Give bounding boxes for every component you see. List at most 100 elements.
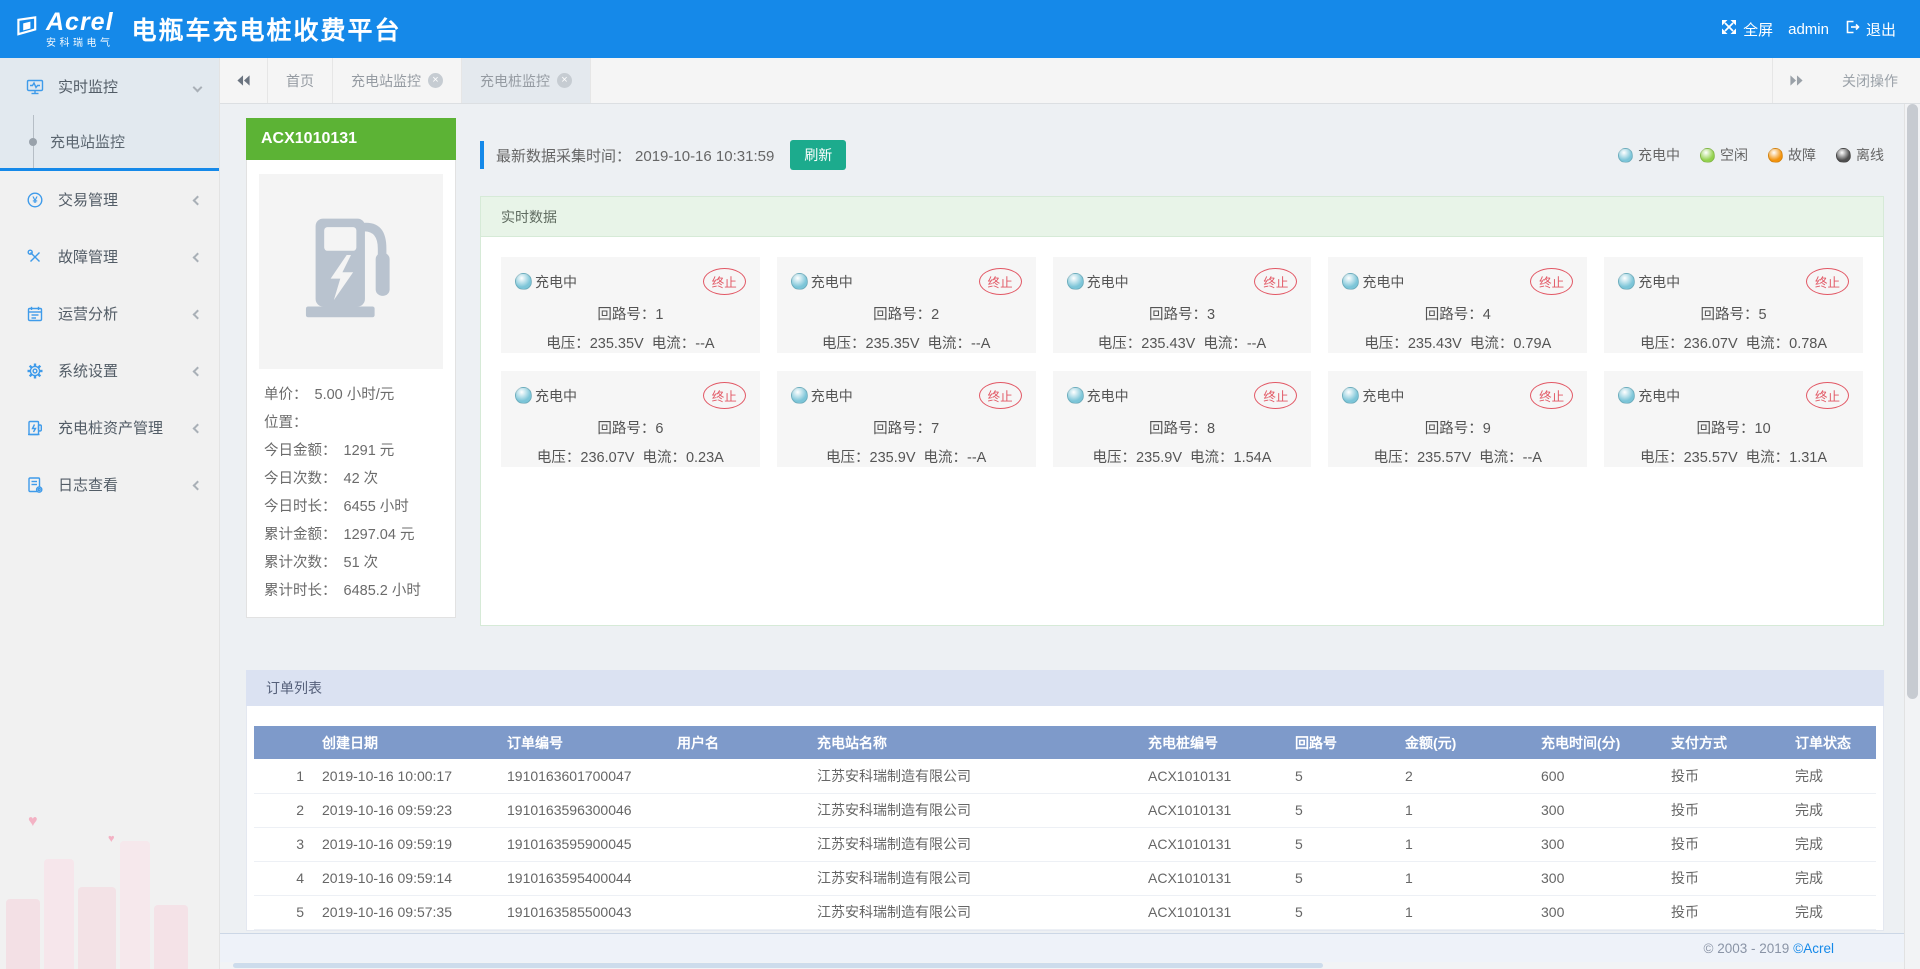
order-row[interactable]: 42019-10-16 09:59:141910163595400044江苏安科… (254, 861, 1876, 895)
asset-icon (26, 419, 44, 437)
stat-value: 6455 小时 (344, 499, 409, 515)
sidebar-item-5[interactable]: 系统设置 (0, 342, 219, 399)
order-cell: 300 (1529, 827, 1659, 861)
order-cell: 1910163595400044 (495, 861, 665, 895)
tab-label: 首页 (286, 71, 314, 91)
order-cell: 2019-10-16 09:57:35 (310, 895, 495, 929)
main-content: ACX1010131 (220, 104, 1904, 969)
station-stats: 单价：5.00 小时/元 位置： 今日金额：1291 元 今日次数：42 次 今… (259, 381, 443, 605)
tab-label: 充电站监控 (351, 71, 421, 91)
horizontal-scrollbar-thumb[interactable] (233, 963, 1323, 968)
voltage-value: 235.9V (1136, 450, 1182, 466)
current-value: --A (967, 450, 986, 466)
circuit-status-label: 充电中 (811, 272, 853, 292)
fullscreen-label: 全屏 (1743, 19, 1773, 40)
orders-panel-title: 订单列表 (246, 670, 1884, 706)
terminate-button[interactable]: 终止 (979, 268, 1022, 295)
monitor-icon (26, 78, 44, 96)
brand-mark-icon (16, 15, 40, 44)
circuit-status-label: 充电中 (1087, 386, 1129, 406)
chevron-left-icon (194, 305, 201, 322)
tabs-scroll-right-button[interactable] (1772, 58, 1820, 103)
app-header: Acrel 安科瑞电气 电瓶车充电桩收费平台 全屏 admin 退出 (0, 0, 1920, 58)
order-cell: 2019-10-16 10:00:17 (310, 759, 495, 793)
sidebar-item-4[interactable]: 运营分析 (0, 285, 219, 342)
acrel-link[interactable]: ©Acrel (1793, 941, 1834, 956)
brand-subtitle: 安科瑞电气 (46, 34, 114, 49)
terminate-button[interactable]: 终止 (979, 382, 1022, 409)
fullscreen-button[interactable]: 全屏 (1721, 19, 1773, 40)
terminate-button[interactable]: 终止 (1530, 382, 1573, 409)
circuit-status: 充电中 (515, 272, 577, 292)
circuit-number: 8 (1207, 421, 1215, 437)
svg-text:¥: ¥ (32, 195, 38, 206)
refresh-button[interactable]: 刷新 (790, 140, 846, 170)
voltage-value: 235.43V (1408, 336, 1462, 352)
circuit-number-line: 回路号：8 (1067, 417, 1298, 438)
terminate-button[interactable]: 终止 (1806, 268, 1849, 295)
vertical-scrollbar-thumb[interactable] (1907, 104, 1918, 699)
charging-ball-icon (1067, 387, 1084, 404)
circuit-number-line: 回路号：10 (1618, 417, 1849, 438)
charging-ball-icon (515, 273, 532, 290)
chevron-left-icon (194, 191, 201, 208)
order-row[interactable]: 32019-10-16 09:59:191910163595900045江苏安科… (254, 827, 1876, 861)
station-stat-line: 累计次数：51 次 (264, 549, 443, 577)
stat-label: 今日金额： (264, 443, 337, 459)
terminate-button[interactable]: 终止 (1530, 268, 1573, 295)
order-row[interactable]: 22019-10-16 09:59:231910163596300046江苏安科… (254, 793, 1876, 827)
sidebar-subitem-1[interactable]: 充电站监控 (0, 115, 219, 168)
sidebar-item-7[interactable]: 日志查看 (0, 456, 219, 513)
terminate-button[interactable]: 终止 (703, 382, 746, 409)
tab-1[interactable]: 首页 (268, 58, 333, 103)
station-id: ACX1010131 (246, 118, 456, 160)
tab-close-icon[interactable]: × (557, 73, 572, 88)
chevron-left-icon (194, 476, 201, 493)
order-cell: 1 (1393, 895, 1529, 929)
tab-3[interactable]: 充电桩监控× (462, 58, 591, 103)
circuit-status-label: 充电中 (1362, 272, 1404, 292)
order-cell: 4 (254, 861, 310, 895)
sidebar-menu: 实时监控充电站监控¥交易管理故障管理运营分析系统设置充电桩资产管理日志查看 (0, 58, 219, 513)
circuit-metrics-line: 电压：235.35V电流：--A (515, 332, 746, 353)
station-stat-line: 今日时长：6455 小时 (264, 493, 443, 521)
tab-close-icon[interactable]: × (428, 73, 443, 88)
orders-column-header: 充电时间(分) (1529, 726, 1659, 759)
sidebar-item-6[interactable]: 充电桩资产管理 (0, 399, 219, 456)
order-cell: 完成 (1783, 759, 1876, 793)
sidebar-item-3[interactable]: 故障管理 (0, 228, 219, 285)
order-cell: 投币 (1659, 759, 1783, 793)
circuit-card: 充电中 终止 回路号：8 电压：235.9V电流：1.54A (1053, 371, 1312, 467)
order-row[interactable]: 52019-10-16 09:57:351910163585500043江苏安科… (254, 895, 1876, 929)
terminate-button[interactable]: 终止 (703, 268, 746, 295)
horizontal-scrollbar[interactable] (220, 962, 1904, 969)
legend-label: 充电中 (1638, 145, 1680, 165)
circuit-card: 充电中 终止 回路号：6 电压：236.07V电流：0.23A (501, 371, 760, 467)
tabs-scroll-left-button[interactable] (220, 58, 268, 103)
voltage-label: 电压： (1098, 336, 1142, 352)
terminate-button[interactable]: 终止 (1254, 268, 1297, 295)
circuit-status-label: 充电中 (1638, 386, 1680, 406)
charging-pile-image (259, 174, 443, 369)
stat-value: 5.00 小时/元 (315, 387, 395, 403)
tab-2[interactable]: 充电站监控 × (333, 58, 462, 103)
circuit-card: 充电中 终止 回路号：2 电压：235.35V电流：--A (777, 257, 1036, 353)
order-cell: 江苏安科瑞制造有限公司 (805, 759, 1136, 793)
order-row[interactable]: 12019-10-16 10:00:171910163601700047江苏安科… (254, 759, 1876, 793)
chevron-left-icon (194, 362, 201, 379)
charging-ball-icon (1067, 273, 1084, 290)
sidebar-item-1[interactable]: 实时监控 (0, 58, 219, 115)
logout-button[interactable]: 退出 (1844, 19, 1896, 40)
username[interactable]: admin (1788, 21, 1829, 38)
circuit-metrics-line: 电压：235.43V电流：0.79A (1342, 332, 1573, 353)
circuit-status-label: 充电中 (1638, 272, 1680, 292)
vertical-scrollbar[interactable] (1904, 104, 1920, 969)
terminate-button[interactable]: 终止 (1806, 382, 1849, 409)
current-value: --A (695, 336, 714, 352)
sidebar-item-2[interactable]: ¥交易管理 (0, 171, 219, 228)
order-cell: 2019-10-16 09:59:19 (310, 827, 495, 861)
chevron-left-icon (194, 419, 201, 436)
terminate-button[interactable]: 终止 (1254, 382, 1297, 409)
voltage-label: 电压： (537, 450, 581, 466)
close-operations-menu[interactable]: 关闭操作 (1820, 58, 1920, 103)
